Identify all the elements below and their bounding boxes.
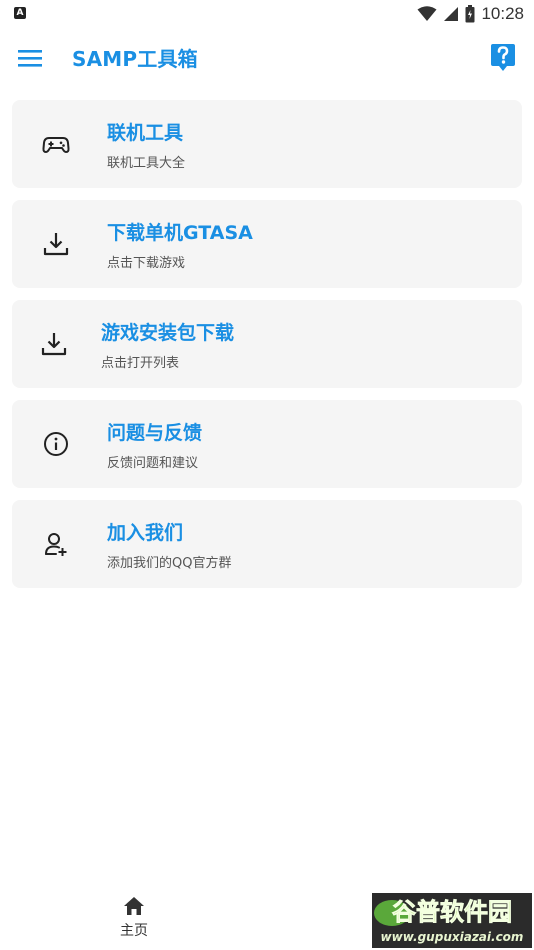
add-user-icon	[45, 533, 67, 556]
card-title: 游戏安装包下载	[101, 322, 235, 344]
card-subtitle: 添加我们的QQ官方群	[107, 556, 232, 571]
battery-icon	[465, 5, 475, 23]
card-subtitle: 点击打开列表	[101, 356, 180, 371]
notification-a-icon: A	[14, 7, 26, 19]
app-bar: SAMP工具箱	[0, 28, 534, 88]
status-bar: A 10:28	[0, 0, 534, 28]
status-time: 10:28	[481, 4, 524, 23]
nav-item-label: 主页	[120, 923, 148, 939]
card-subtitle: 反馈问题和建议	[107, 456, 199, 471]
card-subtitle: 联机工具大全	[107, 156, 186, 171]
info-icon	[44, 432, 68, 456]
watermark-brand: 谷普软件园	[372, 893, 532, 929]
help-question-icon[interactable]	[490, 42, 516, 72]
card-multiplayer-tools[interactable]: 联机工具 联机工具大全	[12, 100, 522, 188]
card-subtitle: 点击下载游戏	[107, 256, 186, 271]
card-title: 下载单机GTASA	[107, 222, 253, 244]
watermark-logo: 谷普软件园 www.gupuxiazai.com	[372, 893, 532, 948]
card-title: 联机工具	[107, 122, 184, 144]
watermark-url: www.gupuxiazai.com	[380, 930, 524, 944]
wifi-icon	[417, 6, 437, 21]
download-icon	[41, 333, 67, 356]
card-join-us[interactable]: 加入我们 添加我们的QQ官方群	[12, 500, 522, 588]
card-installer-download[interactable]: 游戏安装包下载 点击打开列表	[12, 300, 522, 388]
download-icon	[43, 233, 69, 256]
nav-item-home[interactable]: 主页	[104, 894, 164, 944]
home-icon	[124, 897, 144, 915]
svg-text:谷普软件园: 谷普软件园	[392, 898, 512, 926]
hamburger-menu-icon[interactable]	[16, 45, 44, 71]
gamepad-icon	[42, 137, 70, 153]
card-download-gtasa[interactable]: 下载单机GTASA 点击下载游戏	[12, 200, 522, 288]
card-title: 加入我们	[107, 522, 184, 544]
status-icons: 10:28	[417, 3, 524, 25]
card-feedback[interactable]: 问题与反馈 反馈问题和建议	[12, 400, 522, 488]
page-title: SAMP工具箱	[72, 47, 198, 71]
card-title: 问题与反馈	[107, 422, 203, 444]
signal-icon	[444, 7, 459, 21]
